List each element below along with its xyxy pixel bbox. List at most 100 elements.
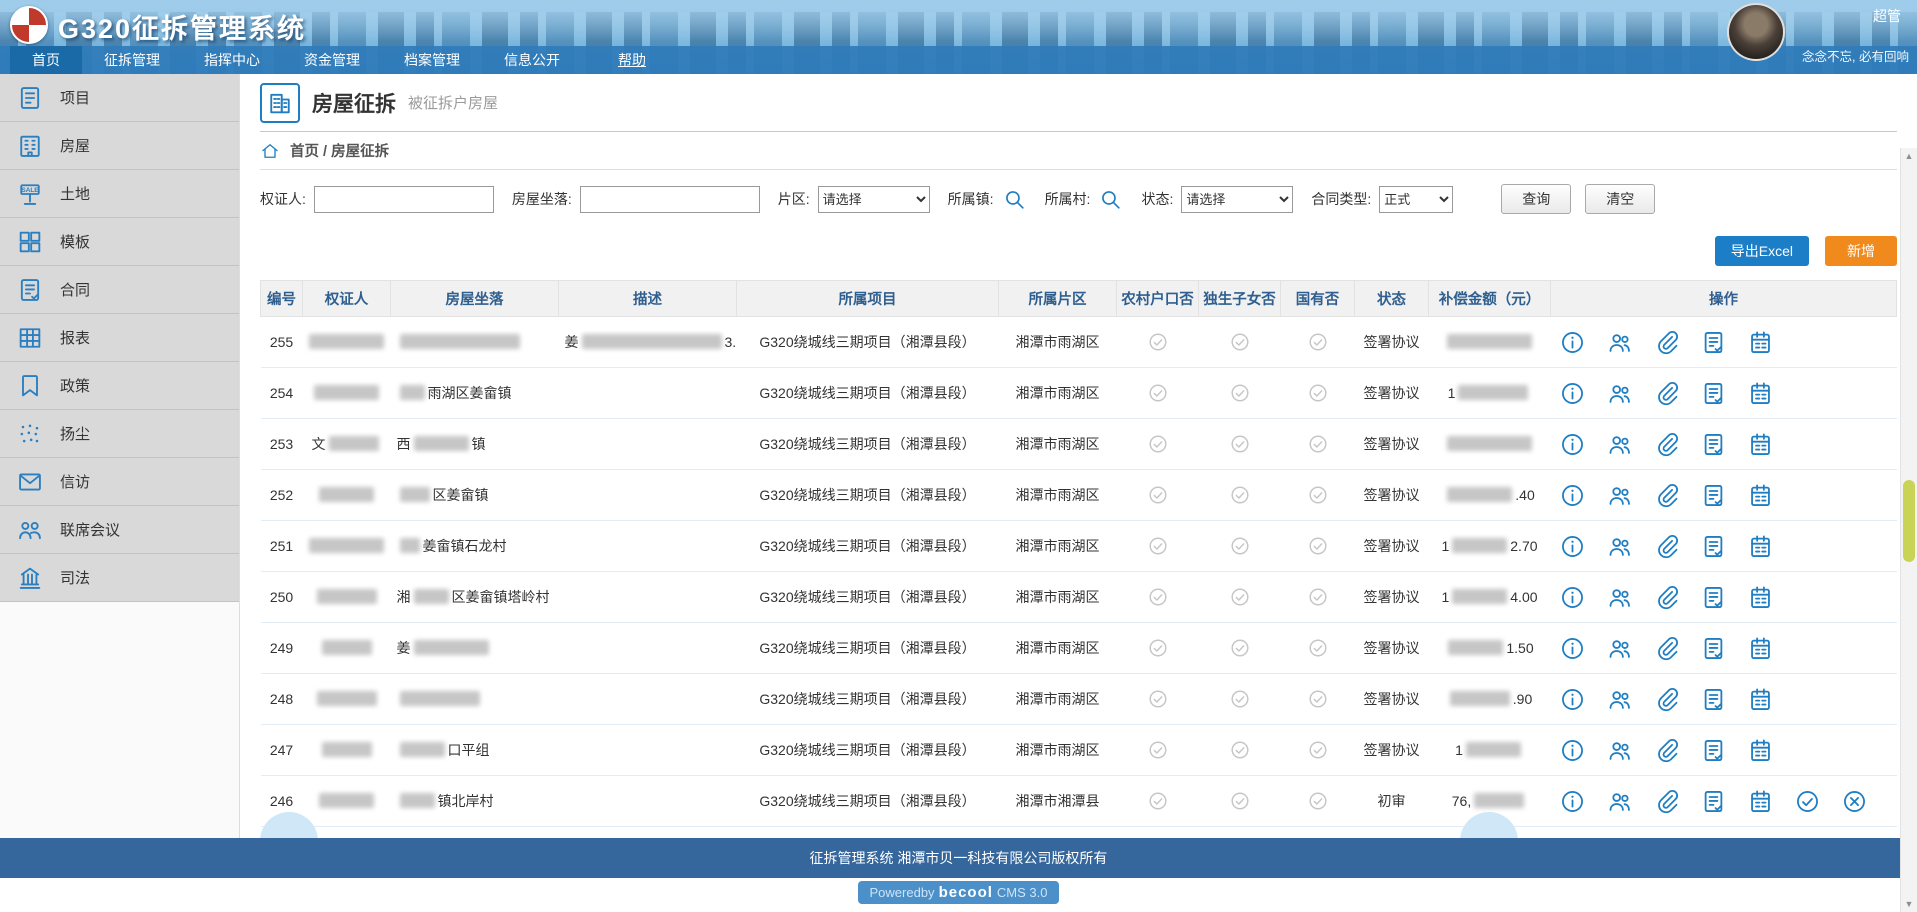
contract-icon[interactable] xyxy=(1700,788,1727,815)
record-icon[interactable] xyxy=(1747,737,1774,764)
info-icon[interactable] xyxy=(1559,533,1586,560)
record-icon[interactable] xyxy=(1747,533,1774,560)
redacted-value xyxy=(414,589,449,604)
sidebar-item-contract[interactable]: 合同 xyxy=(0,266,239,314)
contract-type-select[interactable]: 正式 xyxy=(1379,186,1453,213)
nav-item-help[interactable]: 帮助 xyxy=(596,46,668,74)
reject-icon[interactable] xyxy=(1841,788,1868,815)
record-icon[interactable] xyxy=(1747,482,1774,509)
users-icon[interactable] xyxy=(1606,584,1633,611)
address-input[interactable] xyxy=(580,186,760,213)
sidebar-item-project[interactable]: 项目 xyxy=(0,74,239,122)
cell-amount: .90 xyxy=(1429,674,1551,725)
attachment-icon[interactable] xyxy=(1653,635,1680,662)
info-icon[interactable] xyxy=(1559,329,1586,356)
users-icon[interactable] xyxy=(1606,686,1633,713)
record-icon[interactable] xyxy=(1747,329,1774,356)
attachment-icon[interactable] xyxy=(1653,482,1680,509)
attachment-icon[interactable] xyxy=(1653,686,1680,713)
cell-state-owned-flag xyxy=(1281,572,1355,623)
filter-village: 所属村: xyxy=(1045,187,1124,212)
clear-button[interactable]: 清空 xyxy=(1585,184,1655,214)
info-icon[interactable] xyxy=(1559,737,1586,764)
svg-text:SALE: SALE xyxy=(21,186,39,193)
cell-amount xyxy=(1429,317,1551,368)
record-icon[interactable] xyxy=(1747,788,1774,815)
users-icon[interactable] xyxy=(1606,533,1633,560)
attachment-icon[interactable] xyxy=(1653,533,1680,560)
user-name[interactable]: 超管 xyxy=(1873,6,1901,26)
query-button[interactable]: 查询 xyxy=(1501,184,1571,214)
sidebar-item-dust[interactable]: 扬尘 xyxy=(0,410,239,458)
sidebar-item-land[interactable]: SALE土地 xyxy=(0,170,239,218)
scroll-up-arrow[interactable]: ▲ xyxy=(1901,148,1917,164)
info-icon[interactable] xyxy=(1559,584,1586,611)
users-icon[interactable] xyxy=(1606,380,1633,407)
nav-item-requisition[interactable]: 征拆管理 xyxy=(82,46,182,74)
contract-icon[interactable] xyxy=(1700,686,1727,713)
sidebar-item-template[interactable]: 模板 xyxy=(0,218,239,266)
attachment-icon[interactable] xyxy=(1653,431,1680,458)
sidebar-item-report[interactable]: 报表 xyxy=(0,314,239,362)
contract-icon[interactable] xyxy=(1700,329,1727,356)
attachment-icon[interactable] xyxy=(1653,329,1680,356)
users-icon[interactable] xyxy=(1606,737,1633,764)
attachment-icon[interactable] xyxy=(1653,584,1680,611)
info-icon[interactable] xyxy=(1559,380,1586,407)
info-icon[interactable] xyxy=(1559,686,1586,713)
contract-icon[interactable] xyxy=(1700,737,1727,764)
record-icon[interactable] xyxy=(1747,431,1774,458)
owner-input[interactable] xyxy=(314,186,494,213)
nav-item-funds[interactable]: 资金管理 xyxy=(282,46,382,74)
check-circle-icon xyxy=(1147,484,1169,506)
home-icon[interactable] xyxy=(260,141,280,161)
contract-icon[interactable] xyxy=(1700,431,1727,458)
policy-icon xyxy=(16,372,44,400)
cell-amount xyxy=(1429,419,1551,470)
approve-icon[interactable] xyxy=(1794,788,1821,815)
attachment-icon[interactable] xyxy=(1653,737,1680,764)
sidebar-item-house[interactable]: 房屋 xyxy=(0,122,239,170)
contract-icon[interactable] xyxy=(1700,635,1727,662)
record-icon[interactable] xyxy=(1747,635,1774,662)
village-search-icon[interactable] xyxy=(1098,187,1123,212)
vertical-scrollbar[interactable]: ▲ ▼ xyxy=(1900,148,1917,912)
users-icon[interactable] xyxy=(1606,329,1633,356)
area-select[interactable]: 请选择 xyxy=(818,186,930,213)
users-icon[interactable] xyxy=(1606,431,1633,458)
contract-icon[interactable] xyxy=(1700,584,1727,611)
nav-item-information[interactable]: 信息公开 xyxy=(482,46,582,74)
sidebar-item-policy[interactable]: 政策 xyxy=(0,362,239,410)
users-icon[interactable] xyxy=(1606,635,1633,662)
scroll-down-arrow[interactable]: ▼ xyxy=(1901,896,1917,912)
info-icon[interactable] xyxy=(1559,788,1586,815)
info-icon[interactable] xyxy=(1559,635,1586,662)
town-search-icon[interactable] xyxy=(1002,187,1027,212)
cell-id: 251 xyxy=(261,521,303,572)
users-icon[interactable] xyxy=(1606,788,1633,815)
sidebar-item-petition[interactable]: 信访 xyxy=(0,458,239,506)
nav-item-home[interactable]: 首页 xyxy=(10,46,82,74)
record-icon[interactable] xyxy=(1747,686,1774,713)
add-button[interactable]: 新增 xyxy=(1825,236,1897,266)
info-icon[interactable] xyxy=(1559,482,1586,509)
contract-icon[interactable] xyxy=(1700,533,1727,560)
info-icon[interactable] xyxy=(1559,431,1586,458)
status-select[interactable]: 请选择 xyxy=(1181,186,1293,213)
contract-icon[interactable] xyxy=(1700,380,1727,407)
attachment-icon[interactable] xyxy=(1653,788,1680,815)
sidebar-item-joint-meeting[interactable]: 联席会议 xyxy=(0,506,239,554)
contract-icon[interactable] xyxy=(1700,482,1727,509)
users-icon[interactable] xyxy=(1606,482,1633,509)
export-excel-button[interactable]: 导出Excel xyxy=(1715,236,1809,266)
breadcrumb-text[interactable]: 首页 / 房屋征拆 xyxy=(290,140,389,161)
scroll-thumb[interactable] xyxy=(1903,480,1915,562)
sidebar-item-judicial[interactable]: 司法 xyxy=(0,554,239,602)
user-avatar[interactable] xyxy=(1727,3,1785,61)
record-icon[interactable] xyxy=(1747,380,1774,407)
nav-item-archives[interactable]: 档案管理 xyxy=(382,46,482,74)
record-icon[interactable] xyxy=(1747,584,1774,611)
cell-text: 口平组 xyxy=(448,742,490,758)
nav-item-command-center[interactable]: 指挥中心 xyxy=(182,46,282,74)
attachment-icon[interactable] xyxy=(1653,380,1680,407)
